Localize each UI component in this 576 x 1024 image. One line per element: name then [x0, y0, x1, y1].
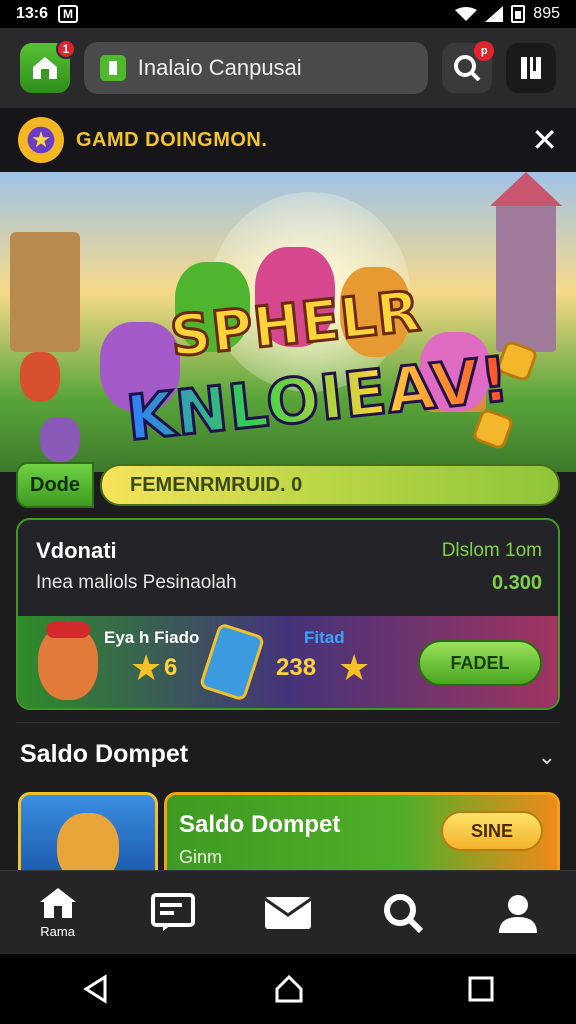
promo-title: GAMD DOINGMON. — [76, 128, 268, 151]
search-badge: p — [474, 41, 495, 61]
reward-card-info: Vdonati Dlslom 1om Inea maliols Pesinaol… — [18, 520, 558, 616]
nav-item-home[interactable]: Rama — [0, 871, 115, 954]
battery-icon — [511, 5, 526, 23]
battery-level: 895 — [533, 5, 560, 22]
ticket-icon — [150, 892, 195, 931]
nav-item-profile[interactable] — [461, 871, 576, 954]
phone-icon — [198, 622, 266, 702]
search-button[interactable]: p — [442, 41, 495, 93]
search-input[interactable]: Inalaio Canpusai — [83, 42, 429, 94]
reward-items-strip: Eya h Fiado ★ 6 Fitad 238 ★ FADEL — [18, 616, 558, 708]
tower-illustration — [10, 232, 80, 352]
status-bar: 13:6 M 895 — [0, 0, 576, 28]
wallet-thumbnail[interactable] — [18, 792, 158, 876]
reward-card: Vdonati Dlslom 1om Inea maliols Pesinaol… — [16, 518, 560, 710]
status-right: 895 — [455, 5, 560, 23]
wallet-card-subtitle: Ginm — [179, 847, 223, 867]
wallet-card-title: Saldo Dompet — [179, 811, 341, 838]
nav-item-search[interactable] — [346, 871, 461, 954]
code-field[interactable]: FEMENRMRUID. 0 — [100, 464, 560, 506]
fox-mascot-icon — [38, 622, 98, 700]
saldo-heading: Saldo Dompet — [20, 740, 189, 768]
store-home-button[interactable]: 1 — [20, 39, 76, 93]
home-system-icon[interactable] — [274, 974, 304, 1004]
code-button[interactable]: Dode — [16, 462, 94, 508]
back-icon[interactable] — [81, 974, 111, 1004]
reward-title: Vdonati — [36, 538, 117, 563]
close-icon[interactable]: ✕ — [531, 124, 558, 156]
nav-item-mail[interactable] — [230, 871, 345, 954]
castle-illustration — [490, 172, 562, 352]
app-header: 1 Inalaio Canpusai p — [0, 28, 576, 108]
nav-item-tickets[interactable] — [115, 871, 230, 954]
pet-mascot-icon — [57, 813, 119, 873]
wallet-action-button[interactable]: SINE — [441, 811, 543, 851]
signal-icon — [485, 6, 504, 22]
wallet-card[interactable]: Saldo Dompet Ginm SINE — [164, 792, 560, 876]
home-icon — [39, 888, 76, 918]
notification-badge: 1 — [55, 39, 76, 59]
wifi-icon — [455, 7, 478, 21]
item2-value: 238 — [276, 654, 317, 681]
status-time: 13:6 — [16, 5, 49, 22]
system-navigation — [0, 954, 576, 1024]
book-icon — [521, 57, 542, 79]
hero-banner[interactable]: SPHELR KNLOIEAV! — [0, 172, 576, 472]
item1-label: Eya h Fiado — [104, 628, 200, 647]
store-icon — [32, 57, 57, 79]
search-icon — [384, 893, 424, 933]
star-icon: ★ — [338, 647, 371, 688]
app-root: 13:6 M 895 1 Inalaio Canpusai p ★ GAMD D… — [0, 0, 576, 1024]
character-small-red — [20, 352, 60, 402]
chevron-down-icon[interactable]: ⌄ — [538, 744, 556, 770]
bottom-navigation: Rama — [0, 870, 576, 954]
reward-description: Inea maliols Pesinaolah — [36, 572, 237, 593]
nav-label-home: Rama — [40, 924, 75, 939]
claim-button[interactable]: FADEL — [418, 640, 542, 686]
search-text: Inalaio Canpusai — [137, 55, 302, 80]
reward-date: Dlslom 1om — [441, 540, 542, 561]
game-logo-icon: ★ — [18, 117, 64, 163]
profile-icon — [499, 894, 538, 933]
code-row: Dode FEMENRMRUID. 0 — [16, 462, 560, 510]
mail-icon — [264, 896, 312, 929]
star-icon: ★ — [130, 647, 163, 688]
item2-label: Fitad — [304, 628, 345, 647]
section-divider — [16, 722, 560, 723]
item1-value: 6 — [164, 654, 178, 681]
menu-button[interactable] — [506, 43, 556, 93]
recents-icon[interactable] — [467, 975, 495, 1003]
character-small-purple — [40, 417, 80, 462]
mail-app-icon: M — [58, 5, 79, 23]
reward-amount: 0.300 — [491, 572, 542, 594]
shop-bag-icon — [99, 55, 126, 81]
promo-header: ★ GAMD DOINGMON. ✕ — [0, 108, 576, 172]
